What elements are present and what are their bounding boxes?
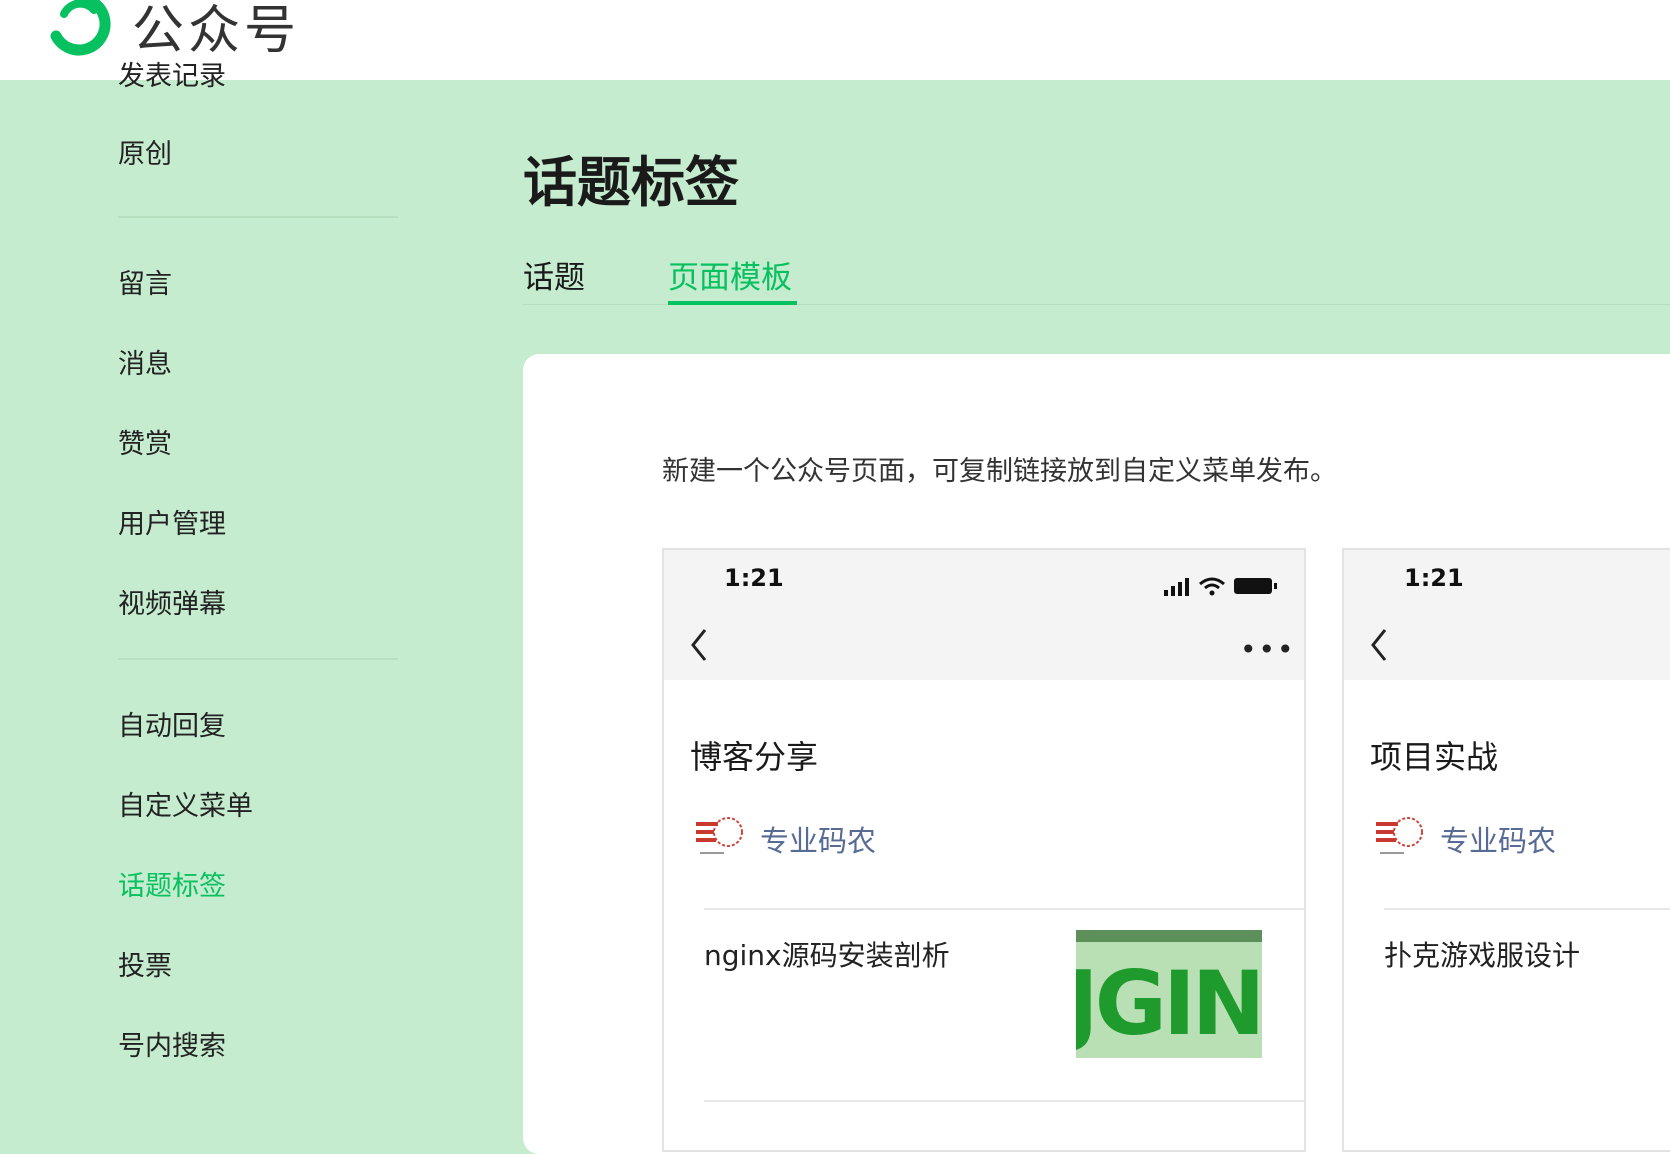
signal-wifi-battery-icon	[1164, 577, 1277, 596]
nginx-logo-icon: JGIN	[1076, 930, 1262, 1055]
phone-header: 1:21	[1344, 550, 1670, 680]
account-name[interactable]: 专业码农	[1440, 818, 1556, 860]
sidebar-item-vote[interactable]: 投票	[118, 944, 172, 983]
article-thumbnail[interactable]: JGIN	[1076, 930, 1262, 1058]
template-card-blog[interactable]: 1:21 ••• 博客分享 专业码农 nginx源码安装剖析 JGIN	[662, 548, 1306, 1152]
wechat-official-logo-icon[interactable]	[44, 0, 114, 56]
sidebar-divider	[118, 216, 398, 218]
status-time: 1:21	[1404, 564, 1464, 592]
sidebar-item-in-account-search[interactable]: 号内搜索	[118, 1024, 226, 1063]
sidebar-item-comments[interactable]: 留言	[118, 262, 172, 301]
sidebar-item-topic-tags[interactable]: 话题标签	[118, 864, 226, 903]
sidebar-item-rewards[interactable]: 赞赏	[118, 422, 172, 461]
more-options-icon[interactable]: •••	[1240, 636, 1296, 664]
article-title[interactable]: 扑克游戏服设计	[1384, 934, 1580, 974]
tab-topics[interactable]: 话题	[523, 252, 585, 297]
brand-title: 公众号	[132, 1, 301, 61]
account-seal-avatar-icon	[692, 810, 744, 862]
sidebar-divider	[118, 658, 398, 660]
template-card-projects[interactable]: 1:21 项目实战 专业码农 扑克游戏服设计	[1342, 548, 1670, 1152]
tab-page-templates[interactable]: 页面模板	[668, 252, 792, 297]
active-tab-indicator	[668, 301, 797, 305]
page-title: 话题标签	[523, 151, 739, 214]
back-arrow-icon[interactable]	[1370, 628, 1388, 662]
template-page-title: 博客分享	[690, 738, 819, 776]
sidebar-item-video-danmaku[interactable]: 视频弹幕	[118, 582, 226, 621]
sidebar-item-original[interactable]: 原创	[118, 132, 172, 171]
back-arrow-icon[interactable]	[690, 628, 708, 662]
phone-header: 1:21 •••	[664, 550, 1304, 680]
sidebar-item-messages[interactable]: 消息	[118, 342, 172, 381]
article-title[interactable]: nginx源码安装剖析	[704, 934, 950, 974]
nginx-logo-text: JGIN	[1076, 952, 1261, 1055]
template-page-title: 项目实战	[1370, 738, 1499, 776]
article-divider	[704, 908, 1304, 910]
top-bar: 公众号	[0, 0, 1670, 80]
account-name[interactable]: 专业码农	[760, 818, 876, 860]
article-divider	[704, 1100, 1304, 1102]
sidebar-item-publish-records[interactable]: 发表记录	[118, 56, 226, 88]
sidebar-item-custom-menu[interactable]: 自定义菜单	[118, 784, 253, 823]
sidebar-item-user-management[interactable]: 用户管理	[118, 502, 226, 541]
status-time: 1:21	[724, 564, 784, 592]
account-seal-avatar-icon	[1372, 810, 1424, 862]
article-divider	[1384, 908, 1670, 910]
sidebar-item-auto-reply[interactable]: 自动回复	[118, 704, 226, 743]
page-description: 新建一个公众号页面，可复制链接放到自定义菜单发布。	[662, 456, 1337, 487]
